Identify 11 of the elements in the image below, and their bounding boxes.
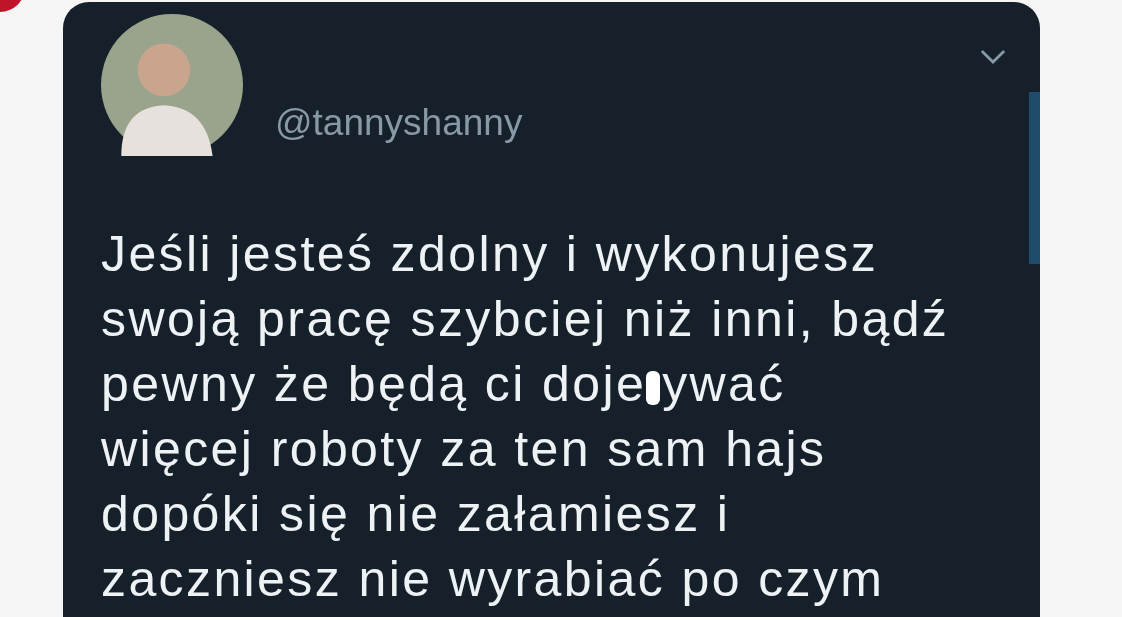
tweet-text-line: pewny że będą ci doje	[101, 354, 647, 413]
tweet-text-line: zaczniesz nie wyrabiać po czym	[101, 549, 885, 608]
censor-mark	[646, 370, 661, 405]
tweet-text-line: więcej roboty za ten sam hajs	[101, 419, 827, 478]
avatar-icon[interactable]	[101, 14, 243, 156]
tweet-text-line: swoją pracę szybciej niż inni, bądź	[101, 289, 950, 348]
tweet-text-line: dopóki się nie załamiesz i	[101, 484, 731, 543]
user-handle[interactable]: @tannyshanny	[275, 101, 523, 144]
chevron-down-icon[interactable]	[979, 48, 1007, 65]
tweet-text-line: Jeśli jesteś zdolny i wykonujesz	[101, 224, 879, 283]
tweet-text-line: ywać	[662, 354, 786, 413]
